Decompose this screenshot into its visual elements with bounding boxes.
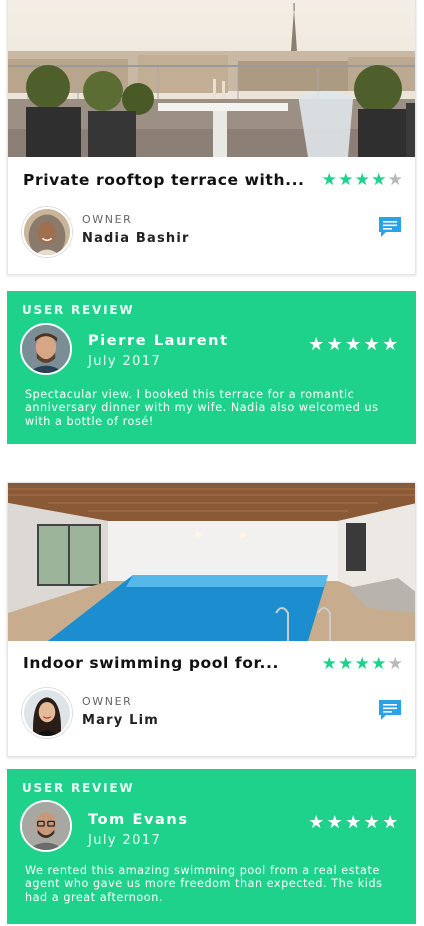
chat-bubble-icon[interactable] [378, 698, 402, 722]
user-review-card: USER REVIEW Tom Evans July 2017 ★ ★ ★ ★ … [7, 769, 416, 924]
user-review-card: USER REVIEW Pierre Laurent July 2017 ★ ★… [7, 291, 416, 444]
listing-title[interactable]: Private rooftop terrace with... [23, 171, 305, 189]
star-icon: ★ [363, 812, 380, 833]
reviewer-avatar[interactable] [20, 800, 72, 852]
reviewer-name[interactable]: Tom Evans [88, 812, 189, 828]
star-icon: ★ [321, 654, 337, 674]
review-text: Spectacular view. I booked this terrace … [25, 388, 379, 428]
owner-label: OWNER [82, 695, 133, 708]
indoor-pool-photo [8, 483, 415, 641]
star-icon: ★ [371, 654, 387, 674]
review-date: July 2017 [88, 833, 162, 848]
listing-card-rooftop[interactable]: Private rooftop terrace with... ★ ★ ★ ★ … [7, 0, 416, 275]
star-icon: ★ [326, 334, 343, 355]
star-icon: ★ [338, 654, 354, 674]
review-date: July 2017 [88, 354, 162, 369]
star-icon: ★ [371, 170, 387, 190]
listing-rating: ★ ★ ★ ★ ★ [321, 172, 404, 189]
star-icon: ★ [363, 334, 380, 355]
star-icon: ★ [326, 812, 343, 833]
rooftop-terrace-photo [8, 0, 415, 157]
star-icon: ★ [308, 334, 325, 355]
star-icon: ★ [321, 170, 337, 190]
star-icon: ★ [345, 334, 362, 355]
star-icon: ★ [354, 654, 370, 674]
review-label: USER REVIEW [22, 303, 135, 317]
review-rating: ★ ★ ★ ★ ★ [307, 334, 400, 355]
star-icon: ★ [338, 170, 354, 190]
chat-bubble-icon[interactable] [378, 215, 402, 239]
star-icon: ★ [354, 170, 370, 190]
star-icon: ★ [308, 812, 325, 833]
listing-card-pool[interactable]: Indoor swimming pool for... ★ ★ ★ ★ ★ OW… [7, 482, 416, 757]
star-icon: ★ [382, 812, 399, 833]
listing-rating: ★ ★ ★ ★ ★ [321, 656, 404, 673]
review-label: USER REVIEW [22, 781, 135, 795]
star-icon: ★ [382, 334, 399, 355]
reviewer-avatar[interactable] [20, 323, 72, 375]
review-rating: ★ ★ ★ ★ ★ [307, 812, 400, 833]
review-text: We rented this amazing swimming pool fro… [25, 864, 383, 904]
owner-avatar[interactable] [22, 688, 72, 738]
owner-name[interactable]: Nadia Bashir [82, 231, 190, 246]
listing-title[interactable]: Indoor swimming pool for... [23, 654, 279, 672]
reviewer-name[interactable]: Pierre Laurent [88, 333, 229, 349]
owner-avatar[interactable] [22, 207, 72, 257]
owner-label: OWNER [82, 213, 133, 226]
star-icon: ★ [345, 812, 362, 833]
star-icon: ★ [387, 170, 403, 190]
owner-name[interactable]: Mary Lim [82, 713, 159, 728]
star-icon: ★ [387, 654, 403, 674]
